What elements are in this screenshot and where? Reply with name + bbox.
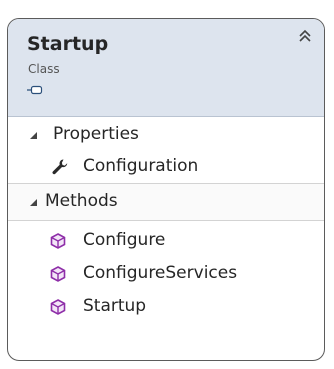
method-cube-icon	[50, 233, 66, 249]
method-item-configure[interactable]: Configure	[8, 225, 324, 257]
class-shape[interactable]: Startup Class Properties Configuration M…	[7, 18, 325, 361]
method-cube-icon	[50, 266, 66, 282]
class-header[interactable]: Startup Class	[8, 19, 324, 117]
double-chevron-up-icon[interactable]	[296, 27, 314, 45]
methods-title: Methods	[45, 191, 118, 211]
method-item-configureservices[interactable]: ConfigureServices	[8, 258, 324, 290]
class-name: Startup	[27, 33, 109, 55]
class-shortcut-icon	[27, 85, 43, 95]
expanded-triangle-icon[interactable]	[29, 131, 38, 140]
method-cube-icon	[50, 299, 66, 315]
property-item-configuration[interactable]: Configuration	[8, 151, 324, 183]
method-item-startup[interactable]: Startup	[8, 291, 324, 323]
method-label: Startup	[83, 296, 147, 316]
methods-header[interactable]: Methods	[8, 183, 324, 221]
property-label: Configuration	[83, 156, 199, 176]
method-label: ConfigureServices	[83, 263, 238, 283]
expanded-triangle-icon[interactable]	[29, 198, 38, 207]
wrench-icon	[52, 159, 68, 175]
class-stereotype: Class	[28, 62, 60, 76]
method-label: Configure	[83, 230, 166, 250]
properties-header[interactable]: Properties	[8, 117, 324, 153]
properties-title: Properties	[53, 124, 139, 144]
